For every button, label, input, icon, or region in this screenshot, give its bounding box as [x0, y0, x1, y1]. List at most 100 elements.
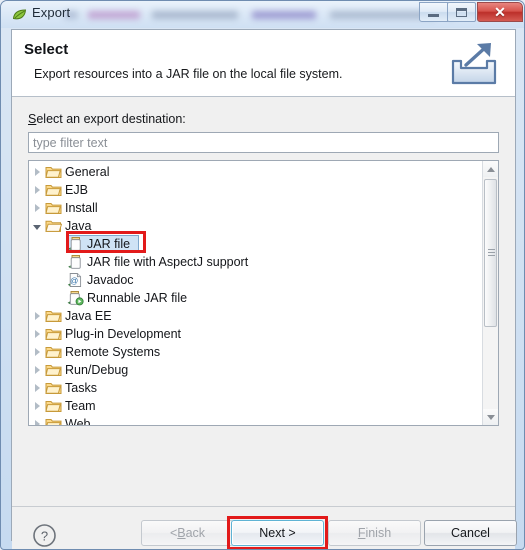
folder-icon	[45, 200, 62, 216]
title-bar[interactable]: Export ✕	[1, 1, 524, 28]
runnable-jar-icon	[67, 290, 84, 306]
scroll-down-button[interactable]	[483, 409, 498, 425]
svg-text:@: @	[70, 277, 78, 286]
chevron-down-icon	[486, 414, 495, 420]
page-description: Export resources into a JAR file on the …	[34, 67, 343, 81]
tree-item-remote-systems[interactable]: Remote Systems	[29, 343, 483, 361]
cancel-button-label: Cancel	[451, 526, 490, 540]
cancel-button[interactable]: Cancel	[424, 520, 517, 546]
wizard-header: Select Export resources into a JAR file …	[12, 30, 515, 97]
destination-label: Select an export destination:	[28, 112, 186, 126]
chevron-up-icon	[486, 166, 495, 172]
minimize-icon	[428, 13, 439, 17]
tree-item-label: JAR file with AspectJ support	[87, 255, 249, 269]
finish-button[interactable]: Finish	[328, 520, 421, 546]
tree-item-jar-file[interactable]: JAR file	[29, 235, 483, 253]
tree-item-ejb[interactable]: EJB	[29, 181, 483, 199]
background-blur-decoration	[64, 4, 454, 26]
tree-item-label: Runnable JAR file	[87, 291, 188, 305]
tree-item-java-ee[interactable]: Java EE	[29, 307, 483, 325]
tree-item-team[interactable]: Team	[29, 397, 483, 415]
tree-item-label: JAR file	[87, 237, 131, 251]
chevron-right-icon[interactable]	[29, 361, 45, 379]
chevron-right-icon[interactable]	[29, 163, 45, 181]
close-button[interactable]: ✕	[477, 2, 523, 22]
back-button[interactable]: < Back	[141, 520, 234, 546]
tree-item-label: Java EE	[65, 309, 112, 323]
folder-icon	[45, 380, 62, 396]
finish-button-label: inish	[365, 526, 392, 540]
tree-item-label: Install	[65, 201, 98, 215]
tree-item-label: EJB	[65, 183, 88, 197]
filter-text-input[interactable]	[28, 132, 499, 153]
tree-item-runnable-jar-file[interactable]: Runnable JAR file	[29, 289, 483, 307]
eclipse-leaf-icon	[12, 8, 27, 22]
tree-vertical-scrollbar[interactable]	[482, 161, 498, 425]
back-button-accesskey: B	[177, 526, 186, 540]
folder-icon	[45, 398, 62, 414]
tree-item-label: General	[65, 165, 110, 179]
chevron-right-icon[interactable]	[29, 379, 45, 397]
window-title: Export	[32, 5, 71, 20]
folder-open-icon	[45, 218, 63, 234]
dialog-button-bar: ? < Back Next > Finish Cancel	[12, 506, 517, 549]
jar-file-icon	[67, 236, 84, 252]
chevron-right-icon[interactable]	[29, 397, 45, 415]
blur-chunk	[252, 11, 316, 19]
chevron-right-icon[interactable]	[29, 181, 45, 199]
tree-item-jar-file-with-aspectj-support[interactable]: JAR file with AspectJ support	[29, 253, 483, 271]
destination-label-text: elect an export destination:	[36, 112, 186, 126]
tree-item-tasks[interactable]: Tasks	[29, 379, 483, 397]
minimize-button[interactable]	[419, 2, 448, 22]
tree-item-run-debug[interactable]: Run/Debug	[29, 361, 483, 379]
close-icon: ✕	[494, 4, 506, 20]
tree-item-label: Remote Systems	[65, 345, 161, 359]
chevron-right-icon[interactable]	[29, 307, 45, 325]
blur-chunk	[88, 11, 140, 19]
wizard-content: Select an export destination: General EJB…	[12, 98, 515, 506]
grip-icon	[488, 249, 495, 257]
tree-item-javadoc[interactable]: @ Javadoc	[29, 271, 483, 289]
export-destination-tree[interactable]: General EJB Install Java JAR file JAR file wi…	[28, 160, 499, 426]
javadoc-icon: @	[67, 272, 84, 288]
tree-item-install[interactable]: Install	[29, 199, 483, 217]
window-controls: ✕	[419, 2, 523, 22]
scroll-up-button[interactable]	[483, 161, 498, 177]
maximize-icon	[456, 7, 467, 17]
page-title: Select	[24, 41, 69, 58]
chevron-right-icon[interactable]	[29, 415, 45, 425]
chevron-right-icon[interactable]	[29, 199, 45, 217]
export-dialog-window: Export ✕ Select Export resources into a …	[0, 0, 525, 550]
tree-item-java[interactable]: Java	[29, 217, 483, 235]
jar-file-icon	[67, 254, 84, 270]
folder-icon	[45, 164, 62, 180]
dialog-sheet: Select Export resources into a JAR file …	[11, 29, 517, 549]
tree-item-web[interactable]: Web	[29, 415, 483, 426]
help-button[interactable]: ?	[32, 523, 57, 548]
tree-item-label: Java	[65, 219, 92, 233]
scrollbar-thumb[interactable]	[484, 179, 497, 327]
back-button-prefix: <	[169, 526, 178, 540]
back-button-label: ack	[185, 526, 206, 540]
tree-item-label: Team	[65, 399, 96, 413]
tree-item-plug-in-development[interactable]: Plug-in Development	[29, 325, 483, 343]
folder-icon	[45, 326, 62, 342]
chevron-right-icon[interactable]	[29, 325, 45, 343]
svg-text:?: ?	[41, 529, 48, 544]
chevron-right-icon[interactable]	[29, 343, 45, 361]
next-button[interactable]: Next >	[231, 520, 324, 546]
maximize-button[interactable]	[447, 2, 476, 22]
export-tray-arrow-icon	[446, 39, 502, 89]
tree-item-general[interactable]: General	[29, 163, 483, 181]
blur-chunk	[152, 11, 238, 19]
folder-icon	[45, 182, 62, 198]
folder-icon	[45, 344, 62, 360]
tree-item-label: Javadoc	[87, 273, 134, 287]
folder-icon	[45, 362, 62, 378]
tree-item-label: Web	[65, 417, 91, 426]
chevron-down-icon[interactable]	[29, 217, 45, 235]
